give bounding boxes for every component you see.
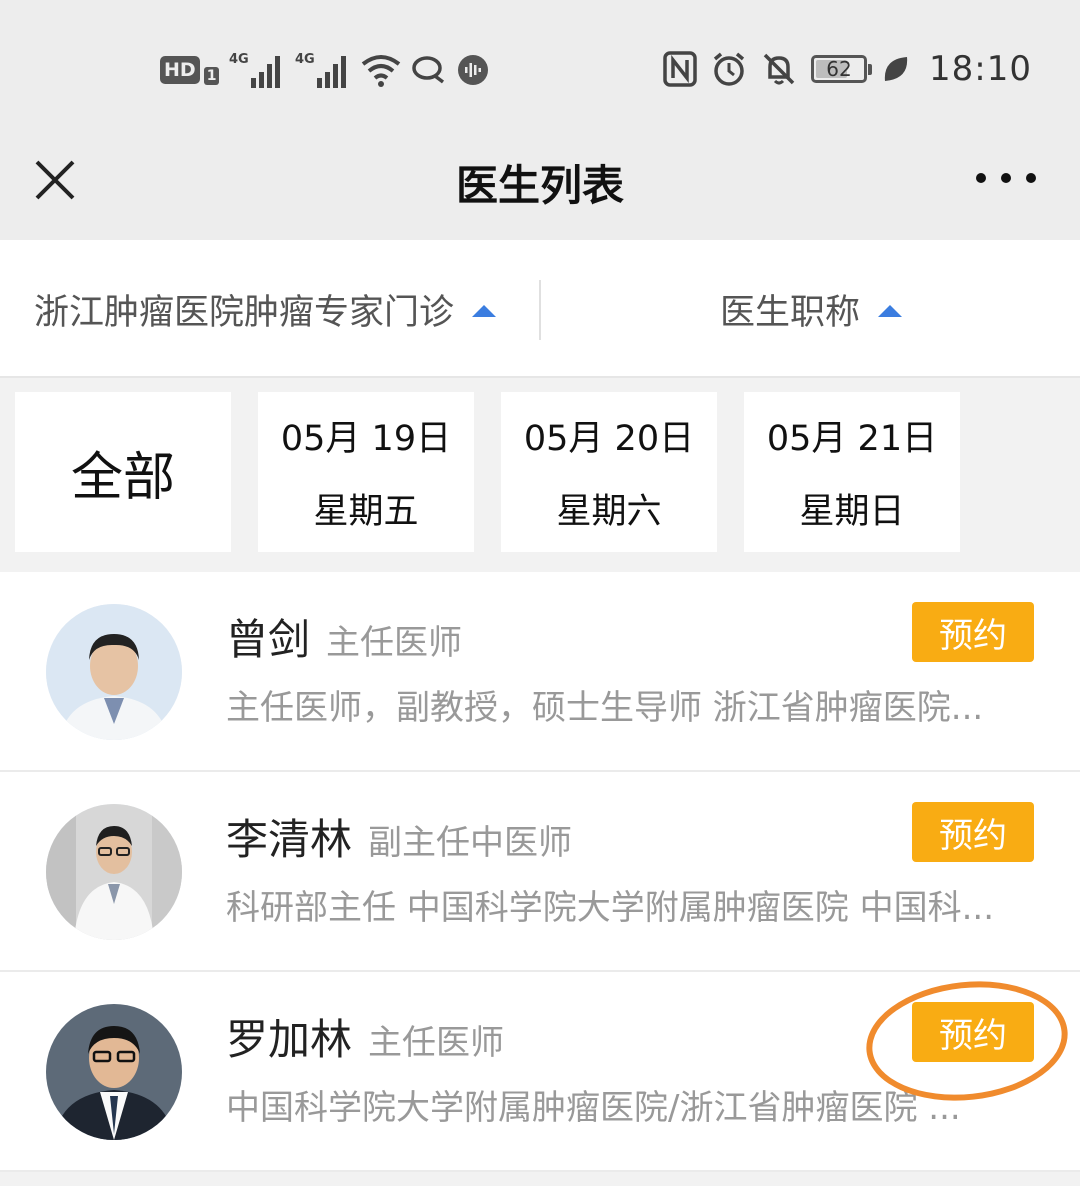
title-bar: 医生列表 [0, 130, 1080, 240]
chat-bubble-icon [411, 54, 447, 86]
weekday-label: 星期五 [313, 492, 419, 532]
sim-indicator: 1 [203, 67, 220, 85]
date-label: 05月 20日 [523, 419, 695, 459]
nfc-icon [663, 51, 697, 87]
doctor-title-filter-label: 医生职称 [720, 292, 861, 333]
doctor-description: 中国科学院大学附属肿瘤医院/浙江省肿瘤医院 ... [226, 1088, 961, 1128]
doctor-item[interactable]: 曾剑 主任医师 主任医师，副教授，硕士生导师 浙江省肿瘤医院... 预约 [0, 572, 1080, 772]
battery-icon: 62 [811, 55, 873, 83]
doctor-name: 罗加林 [226, 1015, 353, 1064]
hd-icon: HD [160, 56, 200, 84]
book-button[interactable]: 预约 [912, 802, 1034, 862]
doctor-name-row: 曾剑 主任医师 [226, 606, 462, 667]
date-tab[interactable]: 05月 19日 星期五 [258, 392, 474, 552]
hospital-filter[interactable]: 浙江肿瘤医院肿瘤专家门诊 [34, 240, 497, 378]
doctor-title: 主任医师 [368, 1023, 505, 1063]
wifi-icon [361, 52, 401, 88]
doctor-item[interactable]: 罗加林 主任医师 中国科学院大学附属肿瘤医院/浙江省肿瘤医院 ... 预约 [0, 972, 1080, 1172]
status-icons-right: 62 18:10 [663, 44, 1032, 94]
leaf-icon [881, 53, 911, 85]
battery-level: 62 [826, 57, 852, 81]
avatar [46, 1004, 182, 1140]
more-options-button[interactable] [976, 158, 1036, 198]
filter-bar: 浙江肿瘤医院肿瘤专家门诊 医生职称 [0, 240, 1080, 378]
book-button[interactable]: 预约 [912, 602, 1034, 662]
doctor-name: 曾剑 [226, 615, 311, 664]
sort-up-icon [472, 305, 497, 317]
doctor-name-row: 李清林 副主任中医师 [226, 806, 572, 867]
more-dot-icon [1026, 173, 1036, 183]
bell-muted-icon [761, 51, 797, 87]
date-selector: 全部 05月 19日 星期五 05月 20日 星期六 05月 21日 星期日 [0, 378, 1080, 572]
doctor-list: 曾剑 主任医师 主任医师，副教授，硕士生导师 浙江省肿瘤医院... 预约 李清林副… [0, 572, 1080, 1172]
weekday-label: 星期日 [799, 492, 905, 532]
page-title: 医生列表 [455, 161, 624, 210]
doctor-title: 主任医师 [326, 623, 463, 663]
filter-divider [539, 280, 541, 340]
weekday-label: 星期六 [556, 492, 662, 532]
doctor-name-row: 罗加林 主任医师 [226, 1006, 504, 1067]
network-type-label: 4G [229, 52, 249, 67]
signal-4g-icon: 4G [229, 50, 285, 90]
date-tab[interactable]: 05月 20日 星期六 [501, 392, 717, 552]
avatar [46, 604, 182, 740]
clock: 18:10 [929, 49, 1032, 89]
audio-icon [457, 54, 489, 86]
doctor-description: 主任医师，副教授，硕士生导师 浙江省肿瘤医院... [226, 688, 984, 728]
alarm-icon [711, 51, 747, 87]
status-icons-left: HD 1 4G 4G [160, 48, 489, 92]
doctor-item[interactable]: 李清林 副主任中医师 科研部主任 中国科学院大学附属肿瘤医院 中国科... 预约 [0, 772, 1080, 972]
sort-up-icon [878, 305, 903, 317]
date-label: 05月 19日 [280, 419, 452, 459]
avatar [46, 804, 182, 940]
date-all-tab[interactable]: 全部 [15, 392, 231, 552]
hospital-filter-label: 浙江肿瘤医院肿瘤专家门诊 [34, 292, 455, 333]
doctor-name: 李清林 [226, 815, 353, 864]
doctor-title-filter[interactable]: 医生职称 [720, 240, 903, 378]
more-dot-icon [1001, 173, 1011, 183]
signal-4g-icon: 4G [295, 50, 351, 90]
network-type-label: 4G [295, 52, 315, 67]
date-label: 05月 21日 [766, 419, 938, 459]
date-all-label: 全部 [70, 447, 175, 508]
status-bar: HD 1 4G 4G 62 18:10 [0, 0, 1080, 130]
book-button[interactable]: 预约 [912, 1002, 1034, 1062]
date-tab[interactable]: 05月 21日 星期日 [744, 392, 960, 552]
doctor-description: 科研部主任 中国科学院大学附属肿瘤医院 中国科... [226, 888, 995, 928]
doctor-title: 副主任中医师 [368, 823, 573, 863]
more-dot-icon [976, 173, 986, 183]
